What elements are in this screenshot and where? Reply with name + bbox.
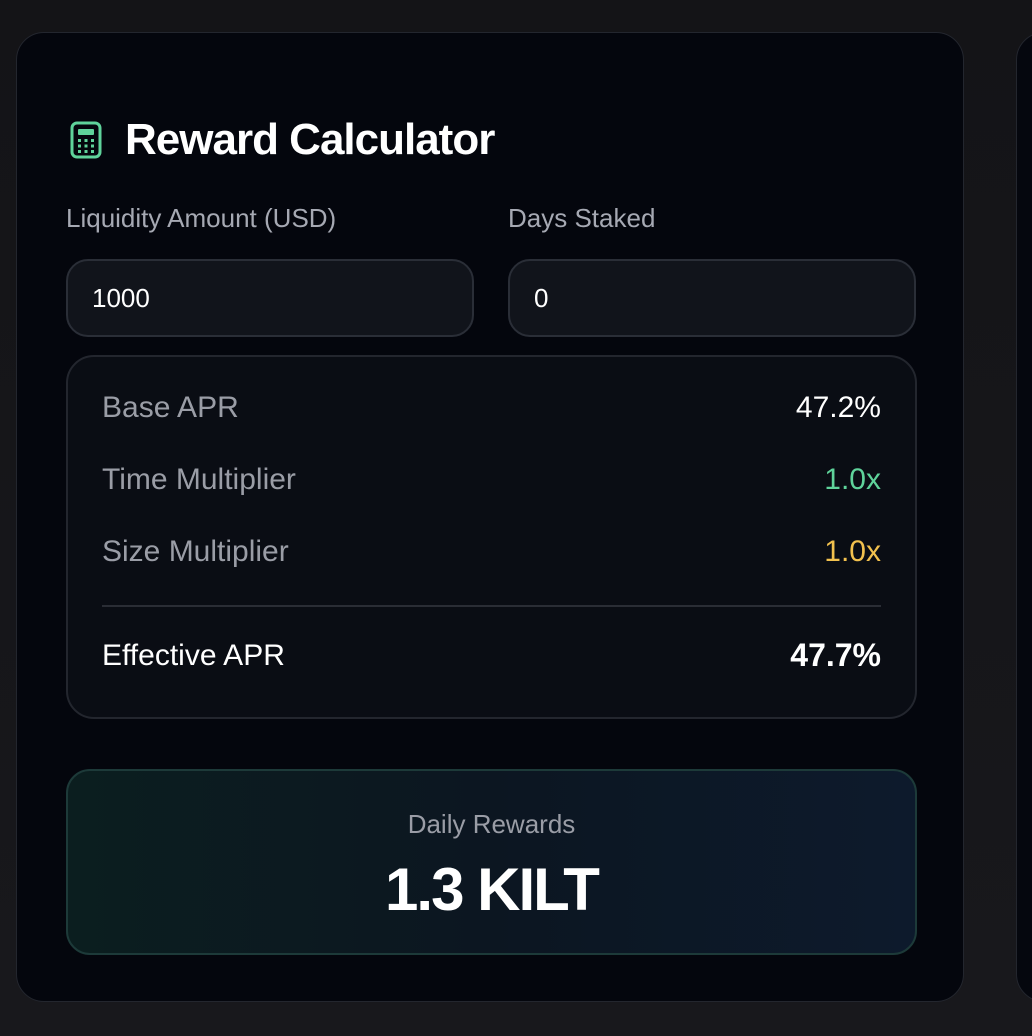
time-multiplier-value: 1.0x <box>824 463 881 496</box>
size-multiplier-row: Size Multiplier 1.0x <box>102 535 881 569</box>
liquidity-amount-input[interactable] <box>66 259 474 337</box>
card-title: Reward Calculator <box>125 115 495 164</box>
size-multiplier-value: 1.0x <box>824 535 881 568</box>
daily-rewards-label: Daily Rewards <box>407 809 576 839</box>
liquidity-amount-label: Liquidity Amount (USD) <box>66 203 337 233</box>
days-staked-input[interactable] <box>508 259 916 337</box>
effective-apr-row: Effective APR 47.7% <box>102 637 881 674</box>
time-multiplier-label: Time Multiplier <box>102 463 296 496</box>
reward-calculator-card: Reward Calculator Liquidity Amount (USD)… <box>16 32 964 1002</box>
daily-rewards-panel: Daily Rewards 1.3 KILT <box>66 769 917 955</box>
calculator-icon <box>69 121 103 159</box>
daily-rewards-value: 1.3 KILT <box>385 856 600 923</box>
adjacent-card-edge <box>1016 32 1032 1002</box>
effective-apr-value: 47.7% <box>790 637 881 673</box>
size-multiplier-label: Size Multiplier <box>102 535 289 568</box>
page: Reward Calculator Liquidity Amount (USD)… <box>0 0 1032 1036</box>
time-multiplier-row: Time Multiplier 1.0x <box>102 463 881 497</box>
card-header: Reward Calculator <box>69 109 495 171</box>
base-apr-row: Base APR 47.2% <box>102 391 881 425</box>
base-apr-value: 47.2% <box>795 391 881 424</box>
days-staked-label: Days Staked <box>508 203 656 233</box>
apr-divider <box>102 605 881 607</box>
effective-apr-label: Effective APR <box>102 638 285 672</box>
apr-breakdown-panel: Base APR 47.2% Time Multiplier 1.0x Size… <box>66 355 917 719</box>
base-apr-label: Base APR <box>102 391 239 424</box>
